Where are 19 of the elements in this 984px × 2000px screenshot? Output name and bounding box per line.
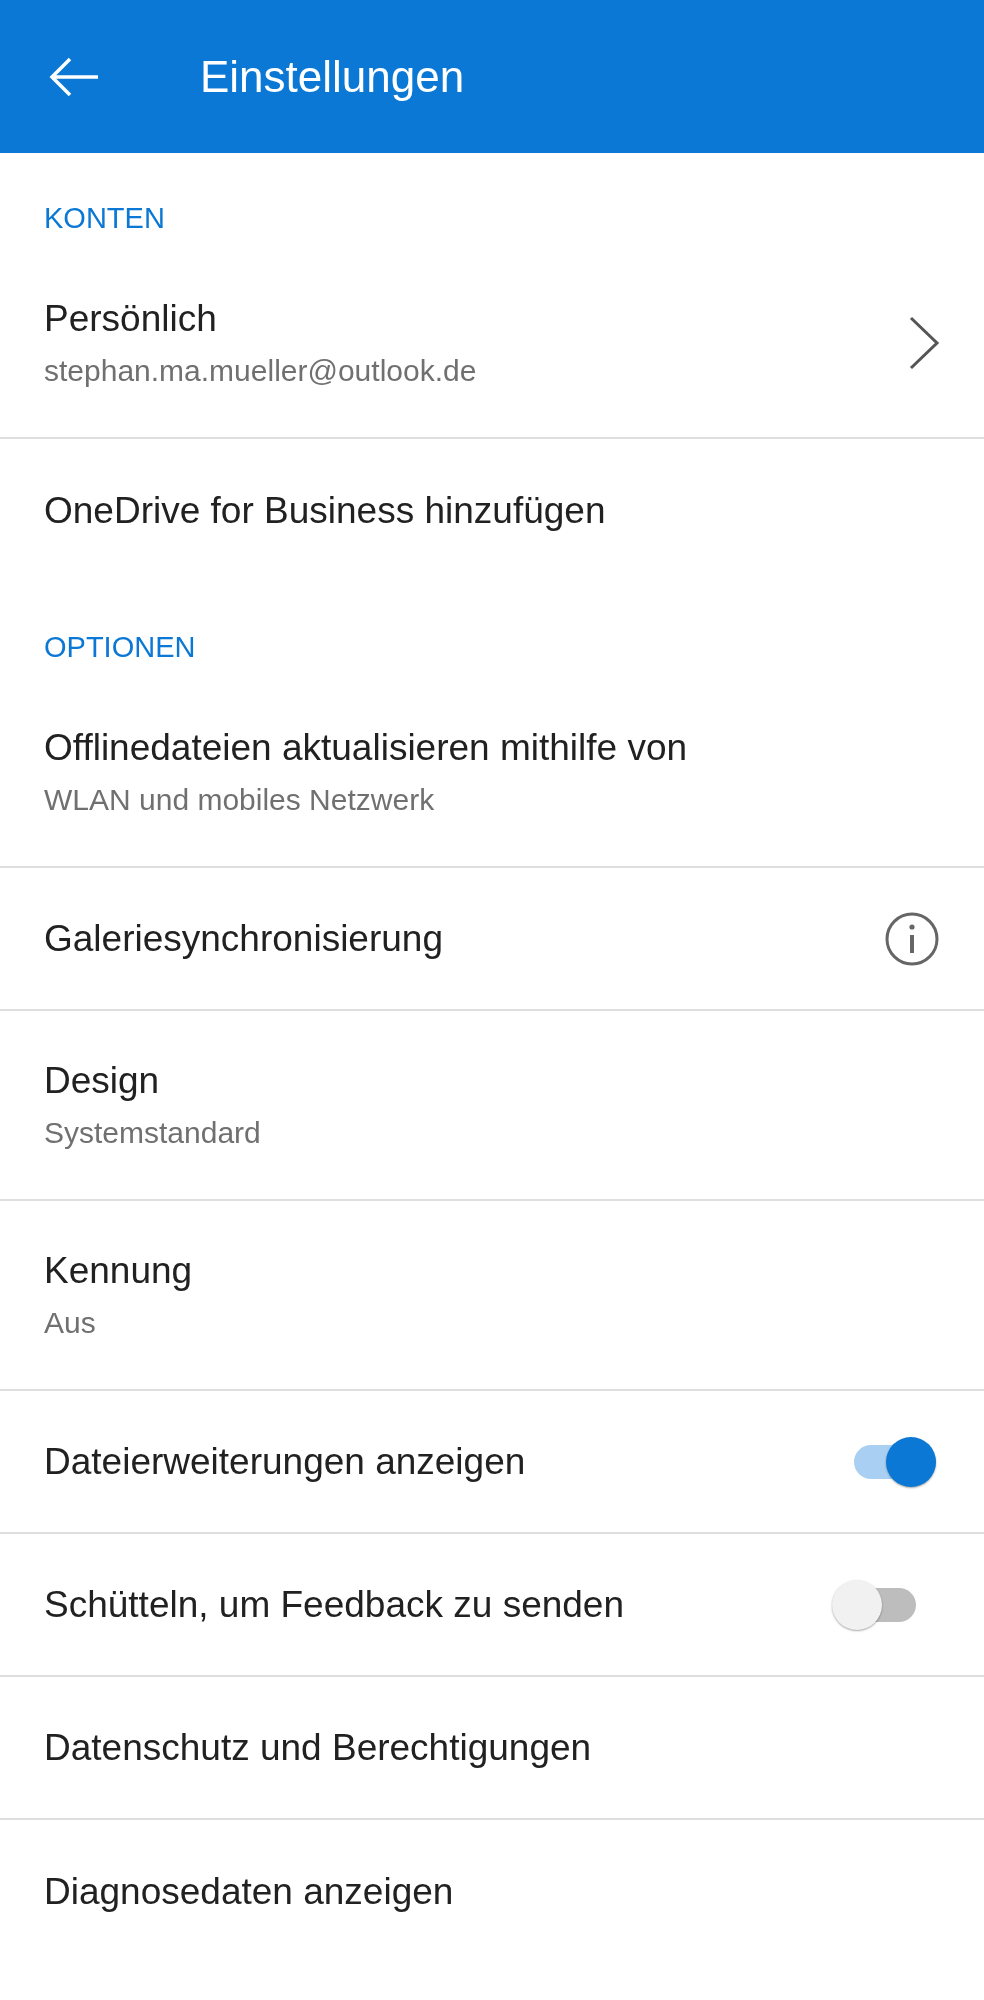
setting-label[interactable]: Persönlich — [44, 298, 477, 340]
setting-label[interactable]: Datenschutz und Berechtigungen — [44, 1726, 592, 1769]
section-heading: OPTIONEN — [44, 631, 196, 664]
setting-label[interactable]: Kennung — [44, 1250, 193, 1292]
setting-value: Aus — [44, 1306, 97, 1340]
setting-label[interactable]: Design — [44, 1060, 261, 1102]
page-title: Einstellungen — [200, 51, 465, 102]
setting-value: WLAN und mobiles Netzwerk — [44, 783, 436, 817]
setting-label[interactable]: Galeriesynchronisierung — [44, 917, 443, 960]
setting-label[interactable]: Schütteln, um Feedback zu senden — [44, 1583, 625, 1626]
setting-label[interactable]: Dateierweiterungen anzeigen — [44, 1440, 526, 1483]
setting-label[interactable]: OneDrive for Business hinzufügen — [44, 489, 606, 532]
setting-label[interactable]: Offlinedateien aktualisieren mithilfe von — [44, 727, 688, 769]
setting-value: Systemstandard — [44, 1116, 261, 1150]
setting-value: stephan.ma.mueller@outlook.de — [44, 354, 477, 388]
section-heading: KONTEN — [44, 202, 165, 235]
chevron-right-icon — [908, 315, 940, 371]
setting-label[interactable]: Diagnosedaten anzeigen — [44, 1870, 454, 1913]
info-icon[interactable] — [884, 910, 940, 967]
